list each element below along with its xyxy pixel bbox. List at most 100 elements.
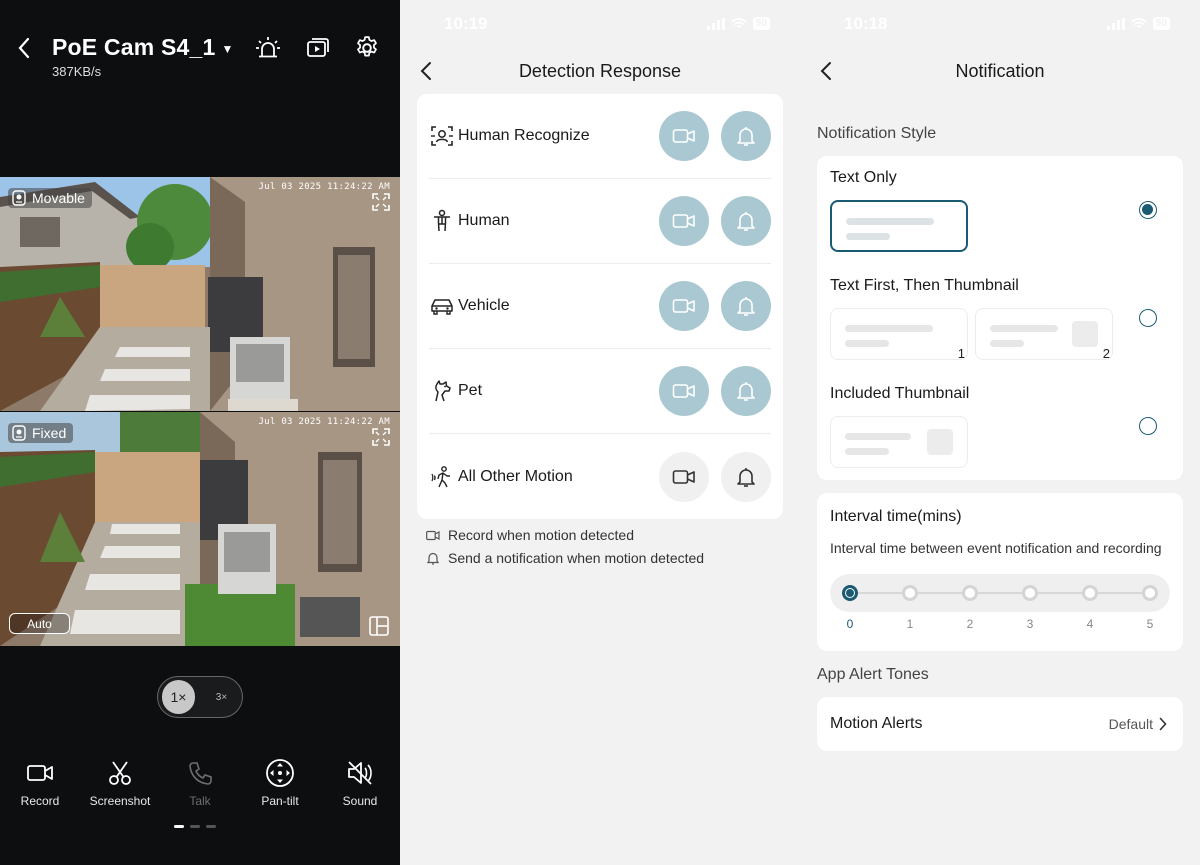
alarm-siren-button[interactable]	[254, 34, 282, 62]
detection-list: Human Recognize Human Vehicle Pet All Ot…	[417, 94, 783, 519]
chevron-left-icon	[18, 37, 30, 59]
feed-image-backyard	[0, 177, 400, 411]
legend-record: Record when motion detected	[426, 527, 634, 543]
interval-slider[interactable]	[830, 574, 1170, 612]
notify-toggle[interactable]	[721, 196, 771, 246]
interval-tick-label: 2	[966, 617, 974, 631]
bell-icon	[737, 212, 755, 231]
back-button[interactable]	[820, 59, 840, 83]
detection-label: Human	[458, 212, 510, 229]
detection-response-screen: 10:19 90 Detection Response Human Recogn…	[400, 0, 800, 865]
gear-icon	[357, 36, 377, 57]
motion-alerts-row[interactable]: Motion Alerts Default	[817, 697, 1183, 751]
face-scan-icon	[431, 126, 453, 146]
screenshot-button[interactable]: Screenshot	[80, 758, 160, 808]
style-preview-step-2[interactable]: 2	[975, 308, 1113, 361]
record-toggle[interactable]	[659, 111, 709, 161]
chevron-right-icon	[1159, 717, 1167, 731]
notification-style-card: Text Only Text First, Then Thumbnail 1 2…	[817, 156, 1183, 480]
notify-toggle[interactable]	[721, 111, 771, 161]
page-dot	[190, 825, 200, 828]
fullscreen-icon[interactable]	[372, 428, 390, 446]
chevron-left-icon	[820, 62, 831, 80]
section-title-tones: App Alert Tones	[817, 666, 929, 683]
fullscreen-icon[interactable]	[372, 193, 390, 211]
zoom-3x-button[interactable]: 3×	[205, 680, 238, 714]
status-bar: 10:18 90	[800, 14, 1200, 36]
camera-feed-movable[interactable]: Movable Jul 03 2025 11:24:22 AM	[0, 177, 400, 411]
legend-notify: Send a notification when motion detected	[426, 550, 704, 566]
notify-toggle[interactable]	[721, 451, 771, 502]
camera-toolbar: Record Screenshot Talk Pan-tilt Sound	[0, 758, 400, 814]
pet-icon	[435, 380, 451, 402]
record-toggle[interactable]	[659, 366, 709, 416]
notify-toggle[interactable]	[721, 366, 771, 416]
video-camera-icon	[426, 530, 440, 540]
video-camera-icon	[27, 765, 53, 781]
status-bar: 10:19 90	[400, 14, 800, 36]
caret-down-icon: ▼	[221, 41, 234, 56]
auto-mode-button[interactable]: Auto	[9, 613, 70, 634]
record-toggle[interactable]	[659, 281, 709, 331]
detection-row-all-other-motion: All Other Motion	[429, 434, 771, 519]
interval-stop-3[interactable]	[1022, 585, 1038, 601]
detection-label: Vehicle	[458, 297, 510, 314]
zoom-toggle: 1× 3×	[157, 676, 243, 718]
style-preview-thumbnail[interactable]	[830, 416, 968, 468]
record-button[interactable]: Record	[0, 758, 80, 808]
talk-button[interactable]: Talk	[160, 758, 240, 808]
page-title: Detection Response	[518, 60, 682, 81]
interval-card: Interval time(mins) Interval time betwee…	[817, 493, 1183, 651]
nav-bar: Notification	[800, 55, 1200, 87]
section-title-style: Notification Style	[817, 125, 937, 142]
camera-lens-icon	[12, 425, 26, 441]
sound-button[interactable]: Sound	[320, 758, 400, 808]
wifi-icon	[731, 17, 747, 28]
playback-icon	[307, 38, 329, 57]
interval-description: Interval time between event notification…	[830, 540, 1162, 556]
style-preview-step-1[interactable]: 1	[830, 308, 968, 361]
zoom-1x-button[interactable]: 1×	[162, 680, 195, 714]
back-button[interactable]	[12, 34, 36, 62]
pan-tilt-button[interactable]: Pan-tilt	[240, 758, 320, 808]
bell-icon	[737, 382, 755, 401]
record-toggle[interactable]	[659, 196, 709, 246]
playback-button[interactable]	[304, 34, 332, 62]
notify-toggle[interactable]	[721, 281, 771, 331]
layout-switch-icon[interactable]	[368, 615, 390, 637]
record-toggle[interactable]	[659, 451, 709, 502]
style-preview-text-only[interactable]	[830, 200, 968, 252]
feed-image-side-yard	[0, 412, 400, 646]
bell-icon	[737, 467, 755, 487]
interval-stop-4[interactable]	[1082, 585, 1098, 601]
interval-stop-2[interactable]	[962, 585, 978, 601]
camera-selector[interactable]: PoE Cam S4_1 ▼	[52, 34, 234, 61]
radio-text-only[interactable]	[1139, 201, 1157, 219]
interval-stop-0[interactable]	[842, 585, 858, 601]
battery-level: 90	[752, 17, 770, 30]
radio-included-thumbnail[interactable]	[1139, 417, 1157, 435]
interval-tick-label: 1	[906, 617, 914, 631]
interval-tick-label: 0	[846, 617, 854, 631]
interval-stop-1[interactable]	[902, 585, 918, 601]
camera-feed-fixed[interactable]: Fixed Jul 03 2025 11:24:22 AM Auto	[0, 412, 400, 646]
camera-live-view: PoE Cam S4_1 ▼ 387KB/s Movable Jul 03 20…	[0, 0, 400, 865]
notification-screen: 10:18 90 Notification Notification Style…	[800, 0, 1200, 865]
detection-label: Human Recognize	[458, 127, 590, 144]
page-title: Notification	[955, 60, 1045, 81]
detection-label: Pet	[458, 382, 483, 399]
motion-alerts-value: Default	[1108, 716, 1153, 732]
person-icon	[434, 209, 450, 232]
interval-stop-5[interactable]	[1142, 585, 1158, 601]
bell-icon	[737, 297, 755, 316]
feed-mode-badge: Fixed	[8, 423, 74, 443]
nav-bar: Detection Response	[400, 55, 800, 87]
detection-row-pet: Pet	[429, 349, 771, 434]
motion-icon	[431, 465, 450, 487]
scissors-icon	[109, 761, 131, 785]
back-button[interactable]	[420, 59, 440, 83]
interval-title: Interval time(mins)	[830, 508, 962, 525]
settings-button[interactable]	[353, 34, 381, 62]
radio-text-then-thumbnail[interactable]	[1139, 309, 1157, 327]
interval-tick-label: 5	[1146, 617, 1154, 631]
